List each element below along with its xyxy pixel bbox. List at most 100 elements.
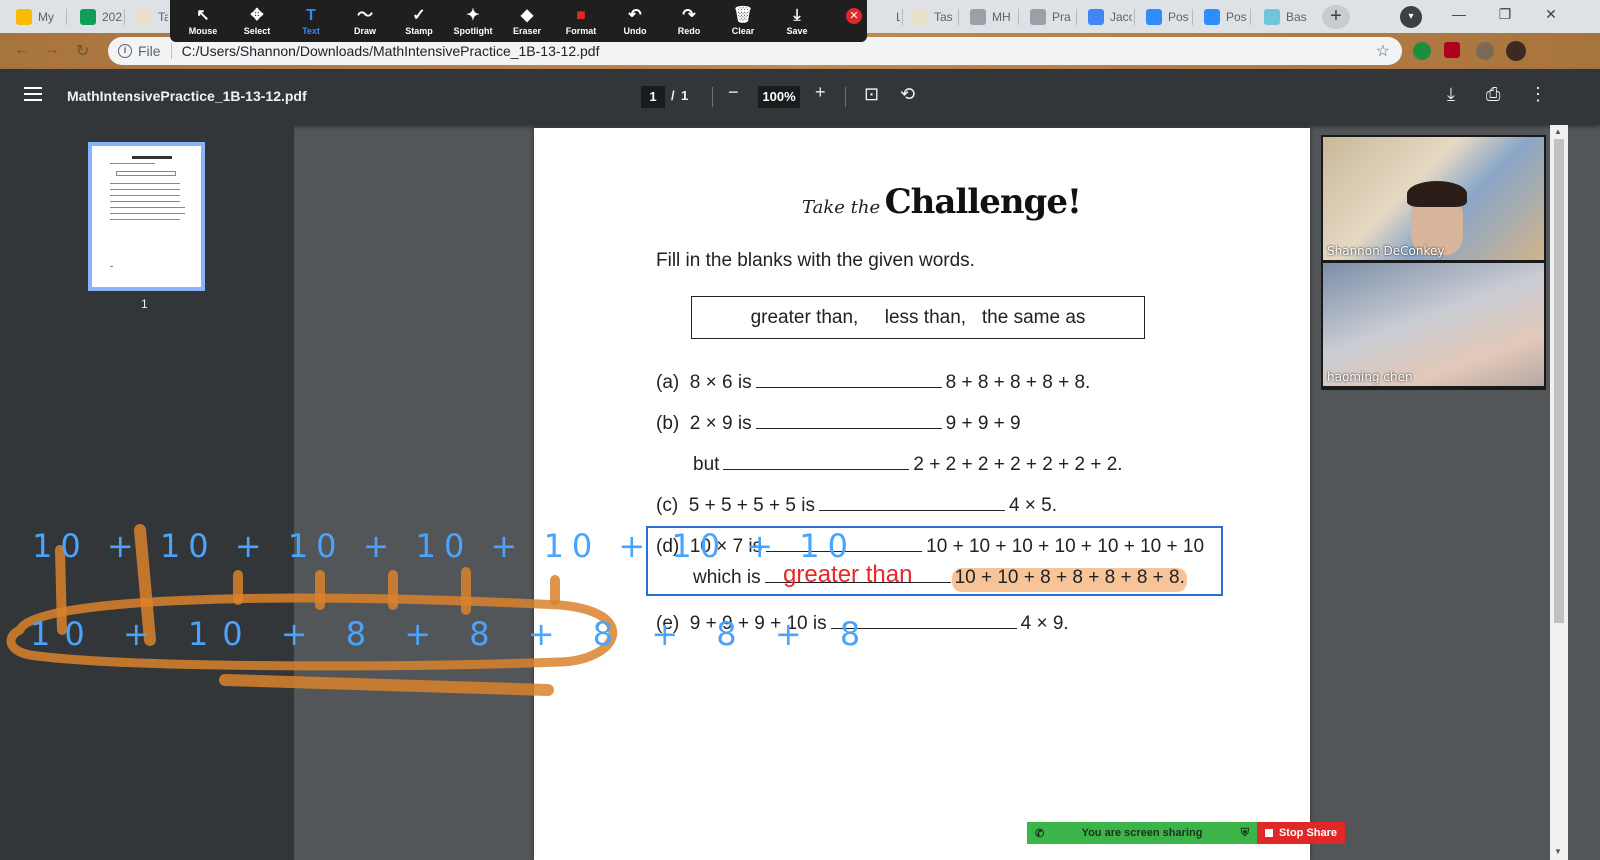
back-icon[interactable]: ← (14, 41, 30, 59)
ublock-icon[interactable] (1444, 42, 1460, 58)
tab-separator (1250, 9, 1251, 25)
scroll-thumb[interactable] (1554, 139, 1564, 623)
participant-name: Shannon DeConkey (1327, 244, 1445, 258)
stamp-tool-button[interactable]: ✓ Stamp (392, 0, 446, 42)
tab-separator (1192, 9, 1193, 25)
download-icon[interactable]: ⤓ (1447, 84, 1455, 105)
question-c: (c) 5 + 5 + 5 + 5 is 4 × 5. (656, 495, 1057, 517)
new-tab-button[interactable]: + (1322, 5, 1350, 29)
text-icon: T (306, 7, 316, 24)
share-status-text: You are screen sharing (1081, 827, 1203, 839)
draw-tool-button[interactable]: 〜 Draw (338, 0, 392, 42)
page-total: 1 (681, 88, 689, 103)
challenge-title: Challenge! (884, 182, 1082, 222)
page-scrollbar[interactable]: ▲ ▼ (1550, 125, 1568, 860)
rotate-icon[interactable]: ⟲ (900, 84, 915, 105)
eraser-tool-button[interactable]: ◆ Eraser (500, 0, 554, 42)
question-a: (a) 8 × 6 is 8 + 8 + 8 + 8 + 8. (656, 372, 1090, 394)
close-window-icon[interactable]: ✕ (1528, 0, 1574, 30)
browser-tab[interactable]: Jacc (1080, 4, 1132, 30)
extensions-puzzle-icon[interactable] (1476, 42, 1494, 60)
zoom-level-input[interactable]: 100% (758, 86, 800, 108)
tool-label: Text (302, 26, 320, 36)
answer-blank (755, 413, 942, 429)
text-tool-button[interactable]: T Text (284, 0, 338, 42)
stop-share-button[interactable]: Stop Share (1257, 822, 1345, 844)
browser-tab[interactable]: Pos (1196, 4, 1248, 30)
tool-label: Stamp (405, 26, 433, 36)
take-the-text: Take the (802, 197, 881, 218)
participant-video-tile[interactable]: Shannon DeConkey (1323, 137, 1544, 260)
tab-label: Pos (1226, 10, 1247, 24)
close-annotation-icon[interactable]: ✕ (846, 8, 862, 24)
stop-icon (1264, 829, 1273, 837)
browser-tab[interactable]: Bas (1256, 4, 1314, 30)
zoom-in-icon[interactable]: + (815, 82, 826, 103)
page-number-input[interactable]: 1 (641, 86, 665, 108)
browser-tab[interactable]: Pos (1138, 4, 1190, 30)
profile-avatar[interactable] (1506, 41, 1526, 61)
question-left: but (693, 454, 720, 475)
tool-label: Spotlight (453, 26, 493, 36)
scroll-down-icon[interactable]: ▼ (1554, 847, 1562, 856)
bookmark-star-icon[interactable]: ☆ (1376, 41, 1390, 61)
minimize-icon[interactable]: — (1436, 0, 1482, 30)
typed-answer-annotation[interactable]: greater than (783, 561, 912, 589)
scroll-up-icon[interactable]: ▲ (1554, 127, 1562, 136)
spotlight-tool-button[interactable]: ✦ Spotlight (446, 0, 500, 42)
web-icon (970, 9, 986, 25)
fit-page-icon[interactable]: ⊡ (864, 84, 879, 105)
browser-tab[interactable]: 202 (72, 4, 122, 30)
tab-label: 202 (102, 10, 122, 24)
redo-tool-button[interactable]: ↷ Redo (662, 0, 716, 42)
url-text[interactable]: C:/Users/Shannon/Downloads/MathIntensive… (182, 43, 600, 59)
question-label: (e) (656, 613, 680, 634)
question-label: (c) (656, 495, 679, 516)
participant-hair (1407, 181, 1467, 207)
tab-search-icon[interactable]: ▾ (1400, 6, 1422, 28)
tab-separator (66, 9, 67, 25)
word-bank: greater than, less than, the same as (691, 296, 1145, 339)
spotlight-icon: ✦ (466, 7, 480, 24)
video-panel[interactable]: Shannon DeConkey haoming chen (1321, 135, 1546, 390)
menu-icon[interactable] (24, 87, 42, 101)
browser-tab[interactable]: Pra (1022, 4, 1074, 30)
answer-blank (818, 495, 1005, 511)
browser-tab[interactable]: Ta (128, 4, 168, 30)
lesson-icon (874, 9, 890, 25)
browser-tab[interactable]: My (8, 4, 64, 30)
question-left: 5 + 5 + 5 + 5 is (688, 495, 815, 516)
question-right: 4 × 5. (1008, 495, 1058, 516)
undo-tool-button[interactable]: ↶ Undo (608, 0, 662, 42)
more-options-icon[interactable]: ⋮ (1529, 84, 1547, 105)
thumbnail-page-number: 1 (141, 297, 148, 311)
page-thumbnail[interactable] (88, 142, 205, 291)
tab-label: Bas (1286, 10, 1307, 24)
browser-tab[interactable]: Less (866, 4, 900, 30)
tab-label: Pos (1168, 10, 1189, 24)
browser-tab[interactable]: MH (962, 4, 1016, 30)
zoom-out-icon[interactable]: − (728, 82, 739, 103)
save-tool-button[interactable]: ⤓ Save (770, 0, 824, 42)
tab-label: Less (896, 10, 900, 24)
print-icon[interactable]: ⎙ (1486, 84, 1500, 105)
draw-icon: 〜 (356, 7, 373, 24)
extension-icon[interactable] (1413, 42, 1431, 60)
select-tool-button[interactable]: ✥ Select (230, 0, 284, 42)
question-right: 2 + 2 + 2 + 2 + 2 + 2 + 2. (913, 454, 1123, 475)
drag-handle-icon[interactable]: ✆ (1035, 827, 1044, 840)
reload-icon[interactable]: ↻ (76, 41, 89, 61)
browser-tab[interactable]: Tas (904, 4, 956, 30)
info-icon[interactable]: i (118, 44, 132, 58)
bot-icon (1264, 9, 1280, 25)
clear-tool-button[interactable]: 🗑 Clear (716, 0, 770, 42)
divider (845, 87, 846, 107)
mouse-tool-button[interactable]: ↖ Mouse (176, 0, 230, 42)
format-tool-button[interactable]: ■ Format (554, 0, 608, 42)
question-left: 2 × 9 is (689, 413, 752, 434)
restore-icon[interactable]: ❐ (1482, 0, 1528, 30)
tool-label: Save (786, 26, 808, 36)
forward-icon[interactable]: → (44, 41, 60, 59)
screen-share-bar: ✆ You are screen sharing ⛨ Stop Share (1027, 822, 1345, 844)
participant-video-tile[interactable]: haoming chen (1323, 263, 1544, 386)
